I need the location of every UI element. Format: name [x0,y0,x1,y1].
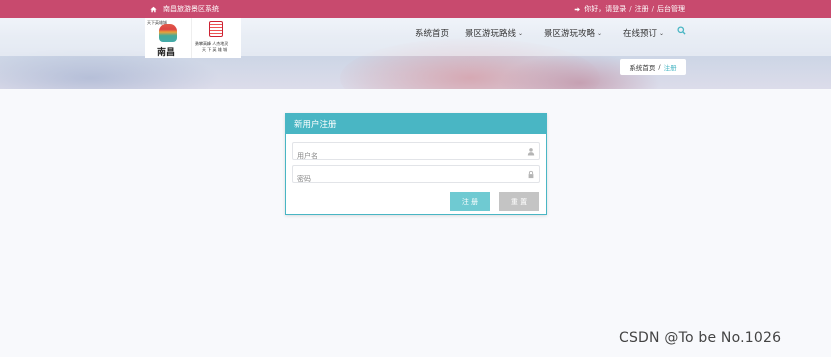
username-field[interactable] [292,142,540,164]
account-links: 你好，请登录 / 注册 / 后台管理 [574,4,685,14]
register-panel: 新用户注册 注 册 重 置 [285,113,547,215]
logo-line-2: 天 下 英 雄 城 [202,47,228,52]
reset-button[interactable]: 重 置 [499,192,539,211]
nav-item-label: 系统首页 [415,29,450,39]
register-button[interactable]: 注 册 [450,192,490,211]
nav-item-booking[interactable]: 在线预订 ⌄ [623,27,664,39]
separator: / [651,5,654,13]
chevron-down-icon: ⌄ [659,29,665,37]
password-field[interactable] [292,165,540,187]
top-bar: 南昌旅游景区系统 你好，请登录 / 注册 / 后台管理 [0,0,831,18]
register-link[interactable]: 注册 [635,4,649,14]
nav-item-label: 景区游玩攻略 [544,29,596,39]
user-icon [527,148,535,156]
nav-item-guides[interactable]: 景区游玩攻略 ⌄ [544,27,602,39]
username-input[interactable] [293,148,523,164]
site-home[interactable]: 南昌旅游景区系统 [150,4,219,14]
home-icon [150,6,157,12]
breadcrumb-separator: / [658,63,661,71]
watermark: CSDN @To be No.1026 [619,330,782,346]
chevron-down-icon: ⌄ [597,29,603,37]
site-name[interactable]: 南昌旅游景区系统 [163,4,219,14]
breadcrumb-home[interactable]: 系统首页 [629,62,655,72]
admin-link[interactable]: 后台管理 [657,4,685,14]
nav-item-home[interactable]: 系统首页 [415,27,449,39]
logo-big-text: 南昌 [157,48,176,58]
nav-item-label: 景区游玩路线 [465,29,517,39]
breadcrumb: 系统首页 / 注册 [620,59,686,75]
panel-title: 新用户注册 [286,114,546,134]
lock-icon [528,170,534,179]
chevron-down-icon: ⌄ [518,29,524,37]
login-icon [574,6,581,12]
search-icon[interactable] [677,26,686,35]
password-input[interactable] [293,171,523,187]
separator: / [629,5,632,13]
nav-item-label: 在线预订 [623,29,658,39]
login-link[interactable]: 你好，请登录 [584,4,626,14]
breadcrumb-current: 注册 [663,64,677,72]
nav-item-routes[interactable]: 景区游玩路线 ⌄ [465,27,523,39]
main-nav: 系统首页 景区游玩路线 ⌄ 景区游玩攻略 ⌄ 在线预订 ⌄ [0,26,831,39]
